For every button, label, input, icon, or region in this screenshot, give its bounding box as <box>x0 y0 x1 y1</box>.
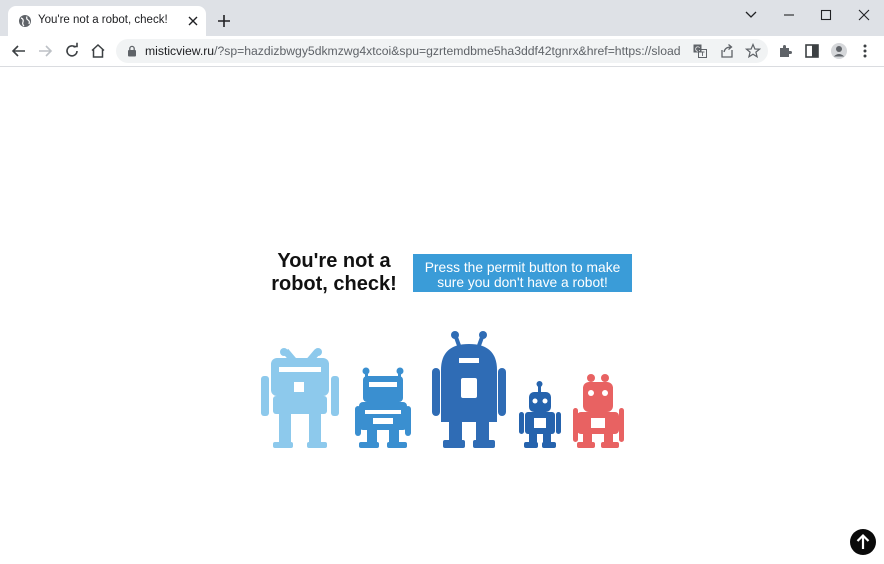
maximize-icon[interactable] <box>817 6 835 24</box>
robot-mid-blue <box>355 367 411 448</box>
address-bar[interactable]: misticview.ru/?sp=hazdizbwgy5dkmzwg4xtco… <box>116 39 768 63</box>
lock-icon[interactable] <box>126 45 138 57</box>
robot-navy <box>519 381 561 448</box>
permit-line-1: Press the permit button to make <box>424 259 621 275</box>
profile-avatar-icon[interactable] <box>830 42 848 60</box>
home-icon[interactable] <box>89 42 107 60</box>
back-icon[interactable] <box>10 42 28 60</box>
minimize-icon[interactable] <box>780 6 798 24</box>
browser-tab[interactable]: You're not a robot, check! <box>8 6 206 36</box>
forward-icon[interactable] <box>36 42 54 60</box>
tab-search-icon[interactable] <box>742 6 760 24</box>
permit-line-2: sure you don't have a robot! <box>437 274 608 290</box>
globe-icon <box>19 15 31 27</box>
translate-icon[interactable]: G <box>692 43 708 59</box>
browser-toolbar: misticview.ru/?sp=hazdizbwgy5dkmzwg4xtco… <box>0 36 884 67</box>
robots-illustration <box>261 331 624 448</box>
scroll-to-top-button[interactable] <box>849 528 877 556</box>
robot-red <box>573 374 624 448</box>
page-headline: You're not a robot, check! <box>259 250 409 296</box>
tab-title: You're not a robot, check! <box>38 14 168 26</box>
url-text: misticview.ru/?sp=hazdizbwgy5dkmzwg4xtco… <box>145 44 680 58</box>
side-panel-icon[interactable] <box>803 42 821 60</box>
close-tab-icon[interactable] <box>186 14 200 28</box>
headline-line-2: robot, check! <box>271 273 397 295</box>
menu-kebab-icon[interactable] <box>856 42 874 60</box>
reload-icon[interactable] <box>63 42 81 60</box>
page-content: You're not a robot, check! Press the per… <box>1 67 883 563</box>
permit-button[interactable]: Press the permit button to make sure you… <box>413 254 632 292</box>
url-path: /?sp=hazdizbwgy5dkmzwg4xtcoi&spu=gzrtemd… <box>214 44 680 58</box>
robot-dark-blue <box>432 331 506 448</box>
share-icon[interactable] <box>719 43 735 59</box>
new-tab-icon[interactable] <box>216 13 232 29</box>
extensions-puzzle-icon[interactable] <box>777 42 795 60</box>
url-host: misticview.ru <box>145 44 215 58</box>
browser-titlebar: You're not a robot, check! <box>0 0 884 36</box>
robot-light-blue <box>261 348 339 448</box>
headline-line-1: You're not a <box>277 250 391 272</box>
bookmark-star-icon[interactable] <box>745 43 761 59</box>
close-window-icon[interactable] <box>855 6 873 24</box>
